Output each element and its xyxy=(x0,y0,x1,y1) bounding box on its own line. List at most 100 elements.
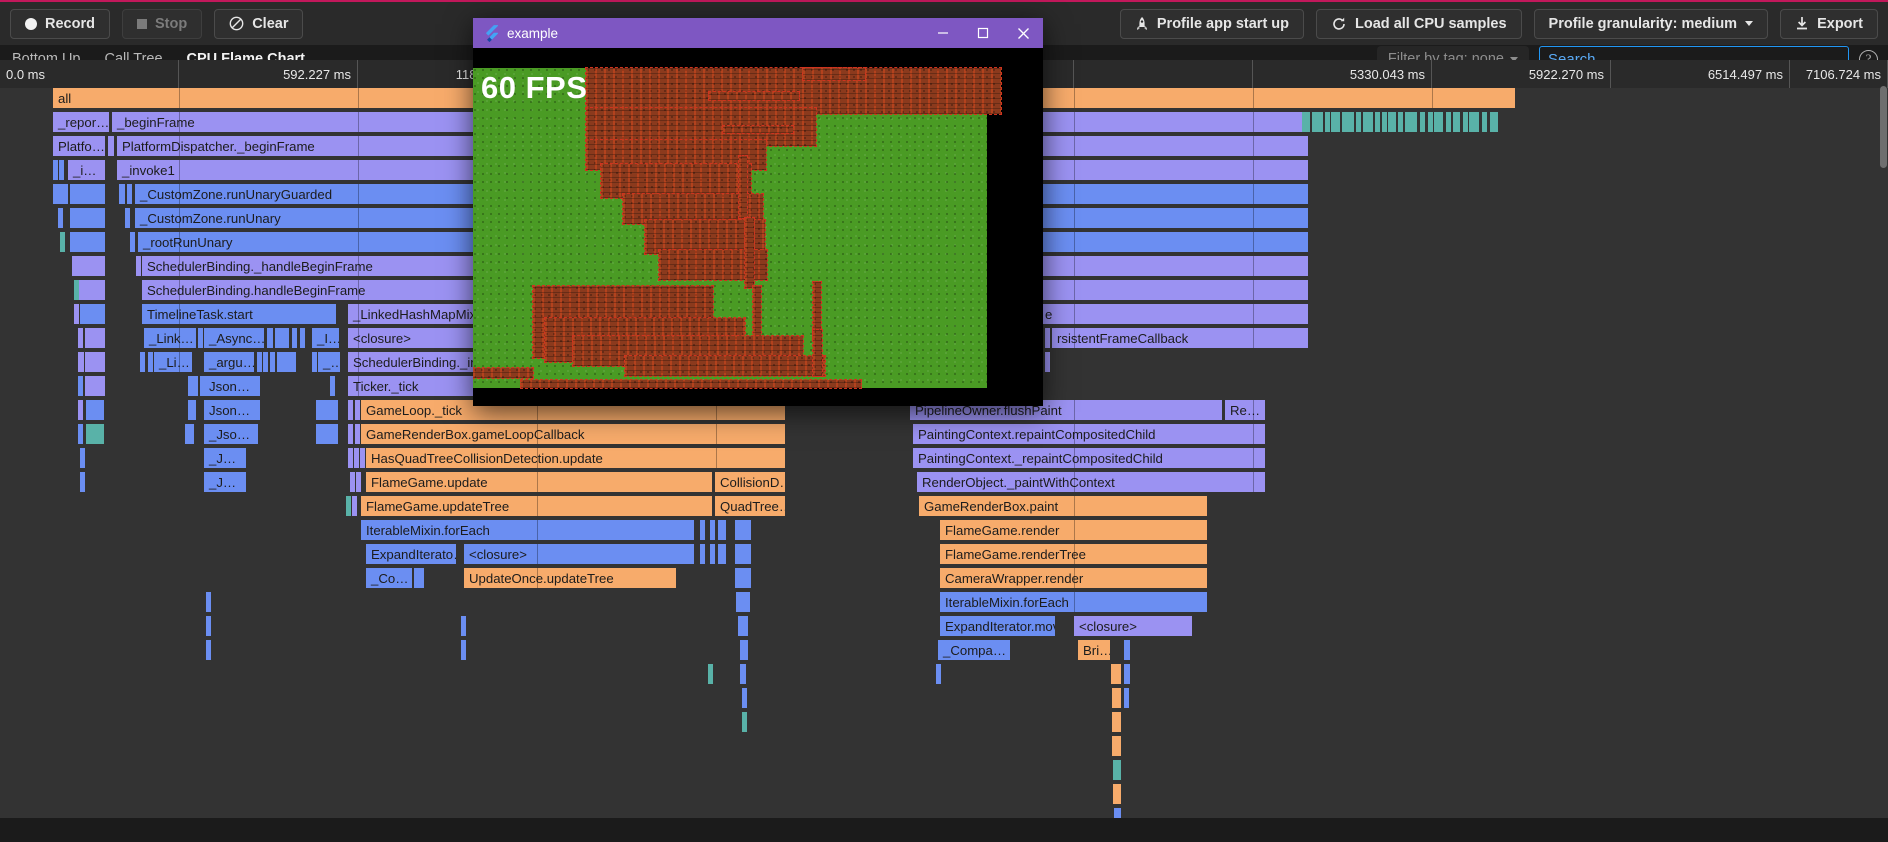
flame-frame[interactable] xyxy=(282,352,296,372)
flame-frame[interactable]: _J… xyxy=(204,448,246,468)
flame-frame[interactable]: ExpandIterator.move… xyxy=(940,616,1055,636)
flame-frame[interactable]: PaintingContext.repaintCompositedChild xyxy=(913,424,1265,444)
flame-frame[interactable] xyxy=(130,232,135,252)
flame-frame[interactable] xyxy=(206,592,211,612)
flame-frame[interactable] xyxy=(1453,112,1460,132)
flame-frame[interactable] xyxy=(348,400,353,420)
close-icon[interactable] xyxy=(1003,18,1043,48)
vertical-scrollbar[interactable] xyxy=(1879,86,1888,746)
flame-frame[interactable]: FlameGame.update xyxy=(366,472,712,492)
flame-frame[interactable]: ExpandIterato… xyxy=(366,544,456,564)
flame-frame[interactable] xyxy=(316,424,338,444)
flame-frame[interactable] xyxy=(312,352,317,372)
flame-frame[interactable] xyxy=(86,424,104,444)
stop-button[interactable]: Stop xyxy=(121,8,203,39)
flame-frame[interactable] xyxy=(85,352,105,372)
flame-frame[interactable]: Platfo… xyxy=(53,136,105,156)
flame-frame[interactable] xyxy=(267,328,273,348)
flame-frame[interactable] xyxy=(1356,112,1361,132)
flame-frame[interactable]: _Async… xyxy=(204,328,264,348)
flame-frame[interactable] xyxy=(188,376,198,396)
flame-frame[interactable] xyxy=(70,184,105,204)
flame-frame[interactable] xyxy=(1363,112,1373,132)
flame-frame[interactable]: Json… xyxy=(204,376,260,396)
flame-frame[interactable]: _i… xyxy=(68,160,105,180)
flame-frame[interactable] xyxy=(270,352,275,372)
flame-frame[interactable] xyxy=(352,496,357,516)
flame-frame[interactable] xyxy=(735,520,751,540)
flame-frame[interactable] xyxy=(1124,688,1129,708)
flame-frame[interactable]: _argu… xyxy=(204,352,254,372)
flame-frame[interactable] xyxy=(1112,712,1121,732)
flame-frame[interactable]: _Co… xyxy=(366,568,412,588)
flame-frame[interactable] xyxy=(63,184,68,204)
flame-frame[interactable]: UpdateOnce.updateTree xyxy=(464,568,676,588)
flame-frame[interactable] xyxy=(718,520,726,540)
flame-frame[interactable] xyxy=(1124,664,1130,684)
flame-frame[interactable] xyxy=(354,448,359,468)
flame-frame[interactable] xyxy=(1114,808,1121,818)
flame-frame[interactable] xyxy=(79,280,105,300)
flame-frame[interactable]: GameRenderBox.gameLoopCallback xyxy=(361,424,785,444)
flame-frame[interactable] xyxy=(78,424,83,444)
flame-frame[interactable] xyxy=(127,184,132,204)
flame-frame[interactable] xyxy=(1405,112,1417,132)
flame-frame[interactable] xyxy=(53,160,58,180)
flame-frame[interactable] xyxy=(1113,784,1121,804)
flame-frame[interactable]: rsistentFrameCallback xyxy=(1052,328,1308,348)
flame-frame[interactable] xyxy=(80,304,105,324)
flame-frame[interactable] xyxy=(700,520,705,540)
flame-frame[interactable] xyxy=(300,328,305,348)
flame-frame[interactable] xyxy=(350,472,355,492)
flame-frame[interactable] xyxy=(1434,112,1443,132)
flame-frame[interactable] xyxy=(1490,112,1498,132)
flame-frame[interactable] xyxy=(355,424,360,444)
flame-frame[interactable] xyxy=(316,400,338,420)
flame-frame[interactable] xyxy=(78,328,83,348)
record-button[interactable]: Record xyxy=(10,8,110,39)
flame-frame[interactable] xyxy=(710,520,715,540)
flame-frame[interactable] xyxy=(1420,112,1425,132)
flame-frame[interactable] xyxy=(119,184,125,204)
flame-frame[interactable] xyxy=(59,160,64,180)
flame-frame[interactable]: _Jso… xyxy=(204,424,258,444)
flame-frame[interactable] xyxy=(140,352,145,372)
flame-frame[interactable]: Re… xyxy=(1225,400,1265,420)
app-window-body[interactable]: 60 FPS xyxy=(473,48,1043,406)
flame-frame[interactable] xyxy=(78,400,83,420)
flame-frame[interactable]: QuadTree… xyxy=(715,496,785,516)
flame-frame[interactable]: TimelineTask.start xyxy=(142,304,336,324)
flame-frame[interactable] xyxy=(125,208,130,228)
flame-frame[interactable] xyxy=(70,208,105,228)
flame-frame[interactable] xyxy=(1398,112,1403,132)
flame-frame[interactable] xyxy=(355,400,360,420)
flame-frame[interactable]: PaintingContext._repaintCompositedChild xyxy=(913,448,1265,468)
flame-frame[interactable] xyxy=(1347,112,1354,132)
flame-frame[interactable] xyxy=(74,304,79,324)
export-button[interactable]: Export xyxy=(1780,8,1878,39)
flame-frame[interactable] xyxy=(275,328,289,348)
flame-frame[interactable] xyxy=(1482,112,1487,132)
game-viewport[interactable] xyxy=(473,67,1002,389)
flame-frame[interactable] xyxy=(461,616,466,636)
scrollbar-thumb[interactable] xyxy=(1880,86,1887,168)
flame-frame[interactable] xyxy=(257,352,262,372)
example-app-window[interactable]: example 60 FPS xyxy=(473,18,1043,406)
flame-frame[interactable] xyxy=(740,664,746,684)
flame-frame[interactable] xyxy=(1382,112,1387,132)
flame-frame[interactable] xyxy=(1331,112,1340,132)
flame-frame[interactable] xyxy=(461,640,466,660)
flame-frame[interactable] xyxy=(348,448,353,468)
flame-frame[interactable] xyxy=(1112,688,1121,708)
flame-frame[interactable]: _LinkedHashMapMixin.f xyxy=(348,304,478,324)
profile-granularity-dropdown[interactable]: Profile granularity: medium xyxy=(1533,8,1769,39)
flame-frame[interactable]: GameRenderBox.paint xyxy=(919,496,1207,516)
flame-frame[interactable] xyxy=(1428,112,1433,132)
flame-frame[interactable] xyxy=(1112,736,1121,756)
flame-frame[interactable] xyxy=(1045,352,1050,372)
flame-frame[interactable]: _… xyxy=(318,352,340,372)
flame-frame[interactable]: RenderObject._paintWithContext xyxy=(917,472,1265,492)
flame-frame[interactable] xyxy=(85,328,105,348)
flame-frame[interactable]: IterableMixin.forEach xyxy=(361,520,694,540)
flame-frame[interactable]: FlameGame.updateTree xyxy=(361,496,712,516)
